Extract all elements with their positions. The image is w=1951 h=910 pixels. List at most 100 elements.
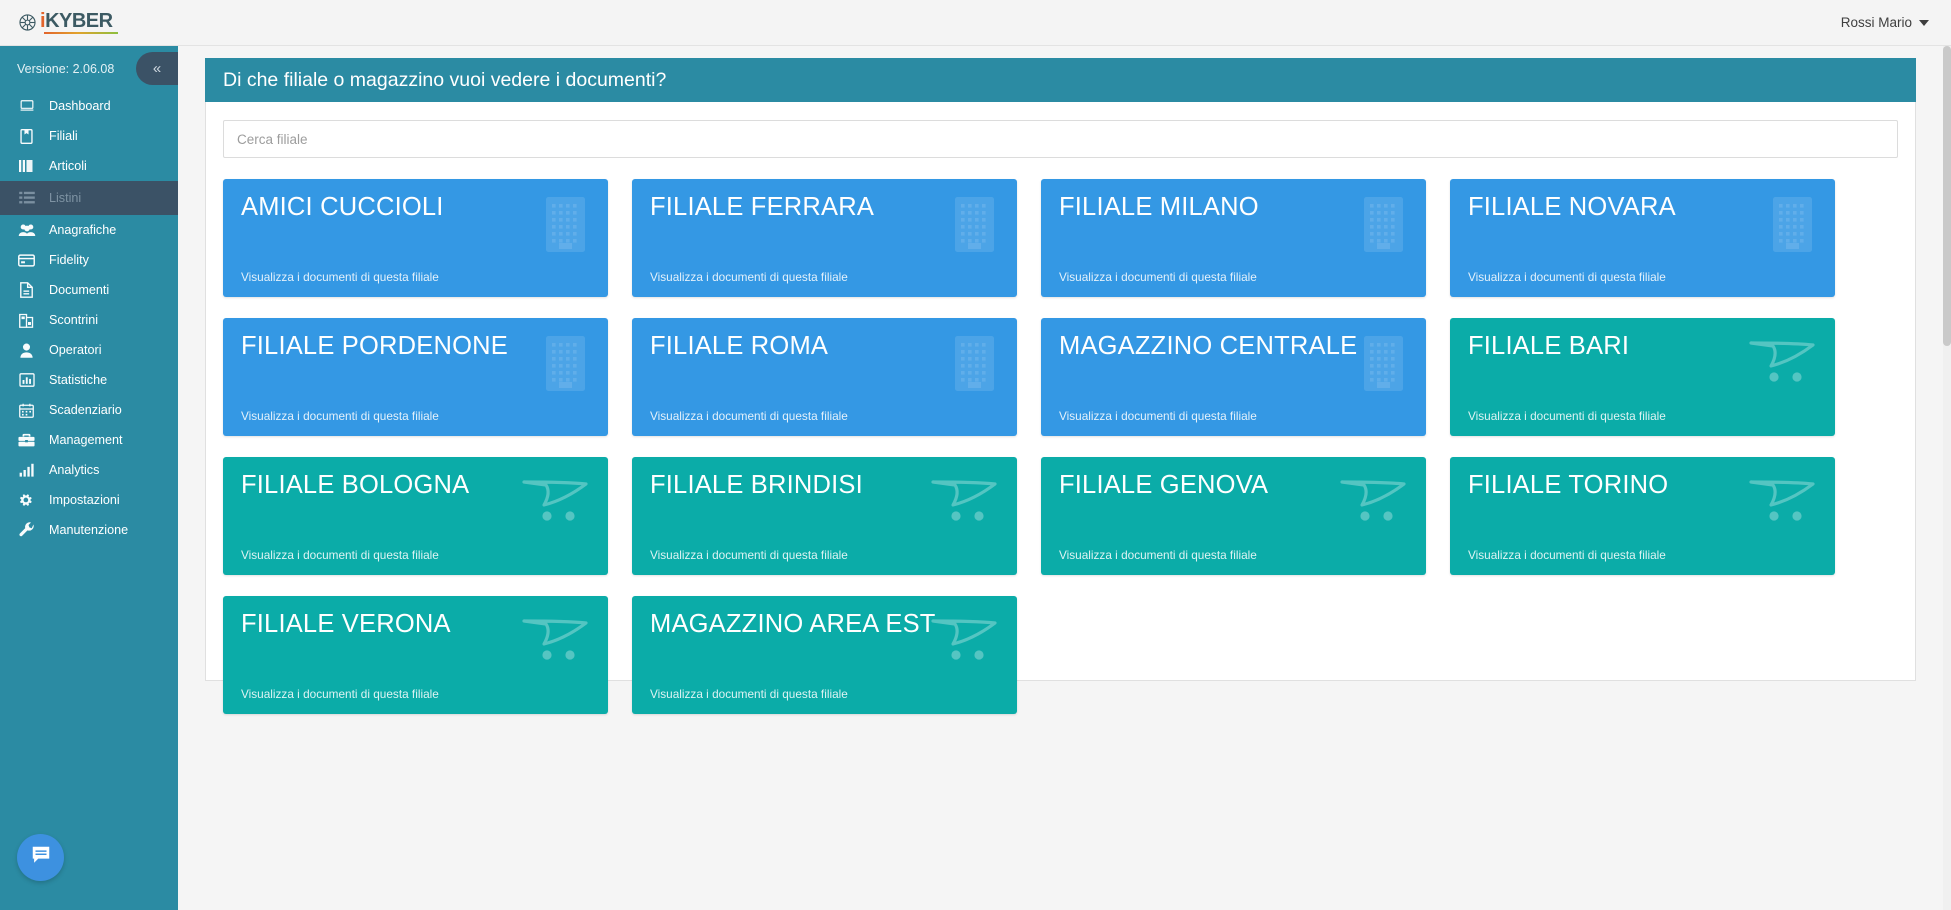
branch-card-title: FILIALE MILANO <box>1059 193 1259 221</box>
sidebar-nav: Versione: 2.06.08 « Dashboard Filiali Arti… <box>0 46 178 910</box>
sidebar-item-dashboard[interactable]: Dashboard <box>0 91 178 121</box>
sidebar-item-label: Operatori <box>49 343 102 357</box>
branch-card-subtitle: Visualizza i documenti di questa filiale <box>241 548 439 562</box>
branch-card-subtitle: Visualizza i documenti di questa filiale <box>650 548 848 562</box>
branch-card-subtitle: Visualizza i documenti di questa filiale <box>241 409 439 423</box>
branch-card[interactable]: FILIALE FERRARA Visualizza i documenti di… <box>632 179 1017 297</box>
branch-card-title: FILIALE GENOVA <box>1059 471 1269 499</box>
sidebar-collapse-button[interactable]: « <box>136 52 178 85</box>
main-content: Di che filiale o magazzino vuoi vedere i… <box>178 46 1943 910</box>
sidebar-item-label: Listini <box>49 191 82 205</box>
chat-support-button[interactable] <box>17 834 64 881</box>
branch-card[interactable]: FILIALE MILANO Visualizza i documenti di … <box>1041 179 1426 297</box>
branch-card[interactable]: FILIALE ROMA Visualizza i documenti di qu… <box>632 318 1017 436</box>
sidebar-item-impostazioni[interactable]: Impostazioni <box>0 485 178 515</box>
sidebar-item-operatori[interactable]: Operatori <box>0 335 178 365</box>
branch-card[interactable]: FILIALE BOLOGNA Visualizza i documenti di… <box>223 457 608 575</box>
branch-card-title: FILIALE BOLOGNA <box>241 471 470 499</box>
briefcase-icon <box>17 433 36 448</box>
branch-card[interactable]: FILIALE PORDENONE Visualizza i documenti … <box>223 318 608 436</box>
sidebar-item-scadenziario[interactable]: Scadenziario <box>0 395 178 425</box>
branch-card-title: MAGAZZINO AREA EST <box>650 610 936 638</box>
branch-card[interactable]: FILIALE BARI Visualizza i documenti di qu… <box>1450 318 1835 436</box>
app-logo[interactable]: iKYBER <box>18 10 118 34</box>
branch-card-title: FILIALE FERRARA <box>650 193 875 221</box>
branch-card-subtitle: Visualizza i documenti di questa filiale <box>650 687 848 701</box>
branch-card-title: FILIALE NOVARA <box>1468 193 1676 221</box>
card-icon <box>17 253 36 268</box>
branch-card[interactable]: FILIALE VERONA Visualizza i documenti di … <box>223 596 608 714</box>
double-chevron-left-icon: « <box>152 60 162 77</box>
branch-card-title: FILIALE BARI <box>1468 332 1630 360</box>
chevron-down-icon <box>1919 19 1929 26</box>
sidebar-version-row: Versione: 2.06.08 « <box>0 46 178 91</box>
branch-card[interactable]: FILIALE NOVARA Visualizza i documenti di … <box>1450 179 1835 297</box>
sidebar-item-manutenzione[interactable]: Manutenzione <box>0 515 178 545</box>
branch-card-title: FILIALE BRINDISI <box>650 471 863 499</box>
sidebar-item-fidelity[interactable]: Fidelity <box>0 245 178 275</box>
sidebar-item-anagrafiche[interactable]: Anagrafiche <box>0 215 178 245</box>
page-scrollbar[interactable] <box>1943 46 1951 910</box>
branch-card[interactable]: FILIALE GENOVA Visualizza i documenti di … <box>1041 457 1426 575</box>
users-icon <box>17 223 36 238</box>
branch-card-subtitle: Visualizza i documenti di questa filiale <box>650 409 848 423</box>
columns-icon <box>17 159 36 174</box>
sidebar-menu-list: Dashboard Filiali Articoli Listini Anagrafic… <box>0 91 178 545</box>
sidebar-item-statistiche[interactable]: Statistiche <box>0 365 178 395</box>
branch-card-subtitle: Visualizza i documenti di questa filiale <box>1468 409 1666 423</box>
version-label: Versione: 2.06.08 <box>17 61 115 76</box>
book-icon <box>17 128 36 144</box>
receipt-icon <box>17 313 36 328</box>
list-icon <box>17 191 36 206</box>
branch-card-subtitle: Visualizza i documenti di questa filiale <box>650 270 848 284</box>
bar-chart-icon <box>17 373 36 388</box>
branch-card[interactable]: MAGAZZINO AREA EST Visualizza i documenti… <box>632 596 1017 714</box>
branch-card-grid: AMICI CUCCIOLI Visualizza i documenti di … <box>223 179 1898 714</box>
branch-card-subtitle: Visualizza i documenti di questa filiale <box>1468 270 1666 284</box>
sidebar-item-documenti[interactable]: Documenti <box>0 275 178 305</box>
sidebar-item-label: Analytics <box>49 463 100 477</box>
branch-card[interactable]: MAGAZZINO CENTRALE Visualizza i documenti… <box>1041 318 1426 436</box>
branch-card-title: AMICI CUCCIOLI <box>241 193 444 221</box>
sidebar-item-label: Impostazioni <box>49 493 120 507</box>
sidebar-item-label: Dashboard <box>49 99 111 113</box>
sidebar-item-listini[interactable]: Listini <box>0 181 178 215</box>
sidebar-item-analytics[interactable]: Analytics <box>0 455 178 485</box>
branch-card[interactable]: FILIALE TORINO Visualizza i documenti di … <box>1450 457 1835 575</box>
branch-card[interactable]: AMICI CUCCIOLI Visualizza i documenti di … <box>223 179 608 297</box>
sidebar-item-articoli[interactable]: Articoli <box>0 151 178 181</box>
sidebar-item-label: Filiali <box>49 129 78 143</box>
logo-wordmark: iKYBER <box>40 10 118 34</box>
panel-body: AMICI CUCCIOLI Visualizza i documenti di … <box>206 102 1915 714</box>
page-scrollbar-thumb[interactable] <box>1943 46 1951 346</box>
user-icon <box>17 343 36 358</box>
branch-selection-panel: Di che filiale o magazzino vuoi vedere i… <box>205 58 1916 714</box>
gears-icon <box>17 493 36 508</box>
sidebar-item-label: Scadenziario <box>49 403 122 417</box>
sidebar-item-label: Anagrafiche <box>49 223 117 237</box>
branch-card-title: MAGAZZINO CENTRALE <box>1059 332 1358 360</box>
sidebar-item-label: Articoli <box>49 159 87 173</box>
search-input[interactable] <box>223 120 1898 158</box>
branch-card-subtitle: Visualizza i documenti di questa filiale <box>241 687 439 701</box>
branch-card-title: FILIALE PORDENONE <box>241 332 508 360</box>
logo-kyber-text: KYBER <box>45 10 113 32</box>
sidebar-item-label: Documenti <box>49 283 110 297</box>
sidebar-item-label: Management <box>49 433 123 447</box>
sidebar-item-management[interactable]: Management <box>0 425 178 455</box>
user-menu[interactable]: Rossi Mario <box>1841 15 1929 30</box>
monitor-icon <box>17 99 36 114</box>
branch-card-title: FILIALE ROMA <box>650 332 829 360</box>
branch-card-subtitle: Visualizza i documenti di questa filiale <box>1468 548 1666 562</box>
chat-bubble-icon <box>30 844 52 871</box>
branch-card-title: FILIALE TORINO <box>1468 471 1669 499</box>
ship-wheel-icon <box>18 13 37 32</box>
sidebar-item-label: Fidelity <box>49 253 89 267</box>
file-icon <box>17 282 36 298</box>
sidebar-item-filiali[interactable]: Filiali <box>0 121 178 151</box>
sidebar-item-scontrini[interactable]: Scontrini <box>0 305 178 335</box>
logo-underline <box>44 31 118 34</box>
branch-card[interactable]: FILIALE BRINDISI Visualizza i documenti d… <box>632 457 1017 575</box>
top-header-bar: iKYBER Rossi Mario <box>0 0 1951 46</box>
page-title: Di che filiale o magazzino vuoi vedere i… <box>223 68 667 91</box>
